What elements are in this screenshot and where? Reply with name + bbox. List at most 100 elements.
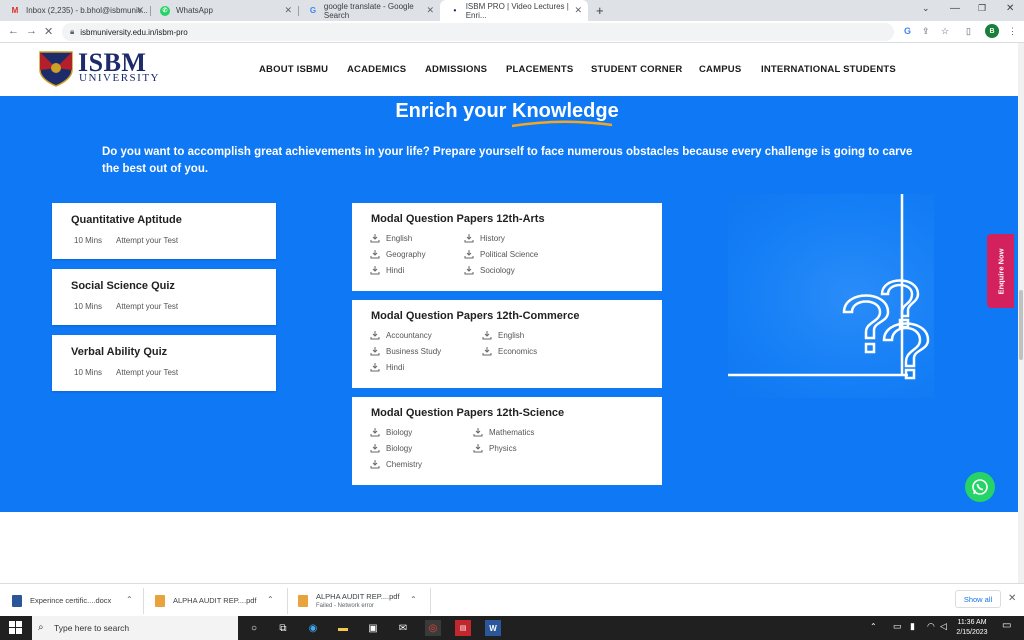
download-link[interactable]: History — [464, 234, 505, 243]
quiz-card[interactable]: Quantitative Aptitude 10 Mins Attempt you… — [52, 203, 276, 259]
back-icon[interactable]: ← — [8, 25, 19, 37]
close-downloads-icon[interactable]: ✕ — [1008, 593, 1016, 604]
restore-icon[interactable]: ❐ — [978, 3, 986, 14]
nav-student-corner[interactable]: STUDENT CORNER — [591, 64, 682, 75]
word-icon[interactable]: W — [485, 620, 501, 636]
close-icon[interactable]: ✕ — [574, 5, 582, 16]
nav-international-students[interactable]: INTERNATIONAL STUDENTS — [761, 64, 896, 75]
download-link[interactable]: Chemistry — [370, 460, 422, 469]
stop-loading-icon[interactable]: ✕ — [44, 25, 53, 38]
download-item[interactable]: ALPHA AUDIT REP....pdf ⌃ — [155, 584, 285, 617]
download-link[interactable]: Economics — [482, 347, 537, 356]
enquire-now-button[interactable]: Enquire Now — [987, 234, 1014, 308]
url-bar[interactable]: 🔒︎ isbmuniversity.edu.in/isbm-pro — [62, 23, 894, 41]
quiz-title: Verbal Ability Quiz — [71, 346, 168, 358]
mail-icon[interactable]: ✉ — [395, 620, 411, 636]
chevron-up-icon[interactable]: ⌃ — [410, 595, 417, 604]
download-link[interactable]: Geography — [370, 250, 426, 259]
download-label: Biology — [386, 428, 413, 437]
nav-academics[interactable]: ACADEMICS — [347, 64, 406, 75]
close-icon[interactable]: ✕ — [426, 5, 434, 16]
taskbar-search-box[interactable]: ⌕ Type here to search — [32, 616, 238, 640]
tab-isbm-pro[interactable]: • ISBM PRO | Video Lectures | Enri... ✕ — [440, 0, 588, 21]
attempt-test-link[interactable]: Attempt your Test — [116, 302, 178, 311]
forward-icon[interactable]: → — [26, 25, 37, 37]
download-icon — [370, 444, 380, 453]
download-link[interactable]: Biology — [370, 428, 412, 437]
close-icon[interactable]: ✕ — [284, 5, 292, 16]
whatsapp-float-button[interactable] — [965, 472, 995, 502]
chevron-up-icon[interactable]: ⌃ — [870, 622, 877, 631]
network-icon[interactable]: ▭ — [893, 621, 902, 632]
attempt-test-link[interactable]: Attempt your Test — [116, 368, 178, 377]
wifi-icon[interactable]: ◠ — [927, 621, 935, 632]
download-link[interactable]: Accountancy — [370, 331, 432, 340]
volume-icon[interactable]: ◁ — [940, 621, 947, 632]
edge-icon[interactable]: ◉ — [305, 620, 321, 636]
download-label: Economics — [498, 347, 538, 356]
app-icon[interactable]: ▤ — [455, 620, 471, 636]
windows-start-icon[interactable] — [9, 621, 22, 639]
download-link[interactable]: Mathematics — [473, 428, 534, 437]
browser-tab-bar: M Inbox (2,235) - b.bhol@isbmuniv... ✕ ✆… — [0, 0, 1024, 21]
download-item[interactable]: Experince certific....docx ⌃ — [12, 584, 140, 617]
nav-campus[interactable]: CAMPUS — [699, 64, 741, 75]
download-item[interactable]: ALPHA AUDIT REP....pdf Failed - Network … — [298, 584, 428, 617]
download-link[interactable]: Political Science — [464, 250, 538, 259]
download-icon — [370, 331, 380, 340]
scrollbar-thumb[interactable] — [1019, 290, 1023, 360]
download-link[interactable]: Sociology — [464, 266, 515, 275]
download-link[interactable]: Business Study — [370, 347, 441, 356]
show-all-button[interactable]: Show all — [955, 590, 1001, 608]
menu-kebab-icon[interactable]: ⋮ — [1008, 26, 1017, 37]
logo-subtext: UNIVERSITY — [79, 72, 160, 84]
quiz-card[interactable]: Verbal Ability Quiz 10 Mins Attempt your … — [52, 335, 276, 391]
tab-gmail[interactable]: M Inbox (2,235) - b.bhol@isbmuniv... ✕ — [0, 0, 150, 21]
task-view-icon[interactable]: ⧉ — [275, 620, 291, 636]
profile-avatar[interactable]: B — [985, 24, 999, 38]
chrome-icon[interactable]: ◎ — [425, 620, 441, 636]
download-link[interactable]: Hindi — [370, 363, 404, 372]
download-link[interactable]: Physics — [473, 444, 517, 453]
quiz-title: Social Science Quiz — [71, 280, 175, 292]
download-filename: Experince certific....docx — [30, 596, 112, 605]
download-link[interactable]: Hindi — [370, 266, 404, 275]
cortana-icon[interactable]: ○ — [246, 620, 262, 636]
google-icon: G — [309, 6, 317, 15]
tab-whatsapp[interactable]: ✆ WhatsApp ✕ — [150, 0, 298, 21]
window-close-icon[interactable]: ✕ — [1006, 3, 1014, 14]
store-icon[interactable]: ▣ — [365, 620, 381, 636]
notification-icon[interactable]: ▭ — [1002, 620, 1011, 631]
download-label: Hindi — [386, 266, 405, 275]
lock-icon: 🔒︎ — [70, 27, 75, 36]
side-panel-icon[interactable]: ▯ — [966, 26, 971, 37]
file-explorer-icon[interactable]: ▬ — [335, 620, 351, 636]
download-icon — [370, 460, 380, 469]
url-text: isbmuniversity.edu.in/isbm-pro — [80, 27, 188, 37]
download-link[interactable]: English — [370, 234, 412, 243]
download-label: Mathematics — [489, 428, 535, 437]
download-link[interactable]: Biology — [370, 444, 412, 453]
tab-google[interactable]: G google translate - Google Search ✕ — [298, 0, 440, 21]
nav-admissions[interactable]: ADMISSIONS — [425, 64, 487, 75]
isbm-logo[interactable]: ISBM UNIVERSITY — [38, 48, 159, 90]
new-tab-icon[interactable]: + — [596, 3, 604, 18]
nav-about[interactable]: ABOUT ISBMU — [259, 64, 328, 75]
minimize-icon[interactable]: — — [950, 3, 960, 14]
divider — [287, 588, 288, 614]
attempt-test-link[interactable]: Attempt your Test — [116, 236, 178, 245]
download-link[interactable]: English — [482, 331, 524, 340]
quiz-card[interactable]: Social Science Quiz 10 Mins Attempt your … — [52, 269, 276, 325]
divider — [430, 588, 431, 614]
tab-search-icon[interactable]: ⌄ — [922, 3, 930, 14]
share-icon[interactable]: ⇪ — [922, 26, 930, 37]
chevron-up-icon[interactable]: ⌃ — [126, 595, 133, 604]
download-icon — [464, 266, 474, 275]
close-icon[interactable]: ✕ — [136, 5, 144, 16]
nav-placements[interactable]: PLACEMENTS — [506, 64, 573, 75]
chevron-up-icon[interactable]: ⌃ — [267, 595, 274, 604]
battery-icon[interactable]: ▮ — [910, 621, 915, 632]
bookmark-star-icon[interactable]: ☆ — [941, 26, 949, 37]
google-translate-icon[interactable]: G — [904, 26, 911, 36]
system-clock[interactable]: 11:36 AM 2/15/2023 — [952, 618, 992, 638]
